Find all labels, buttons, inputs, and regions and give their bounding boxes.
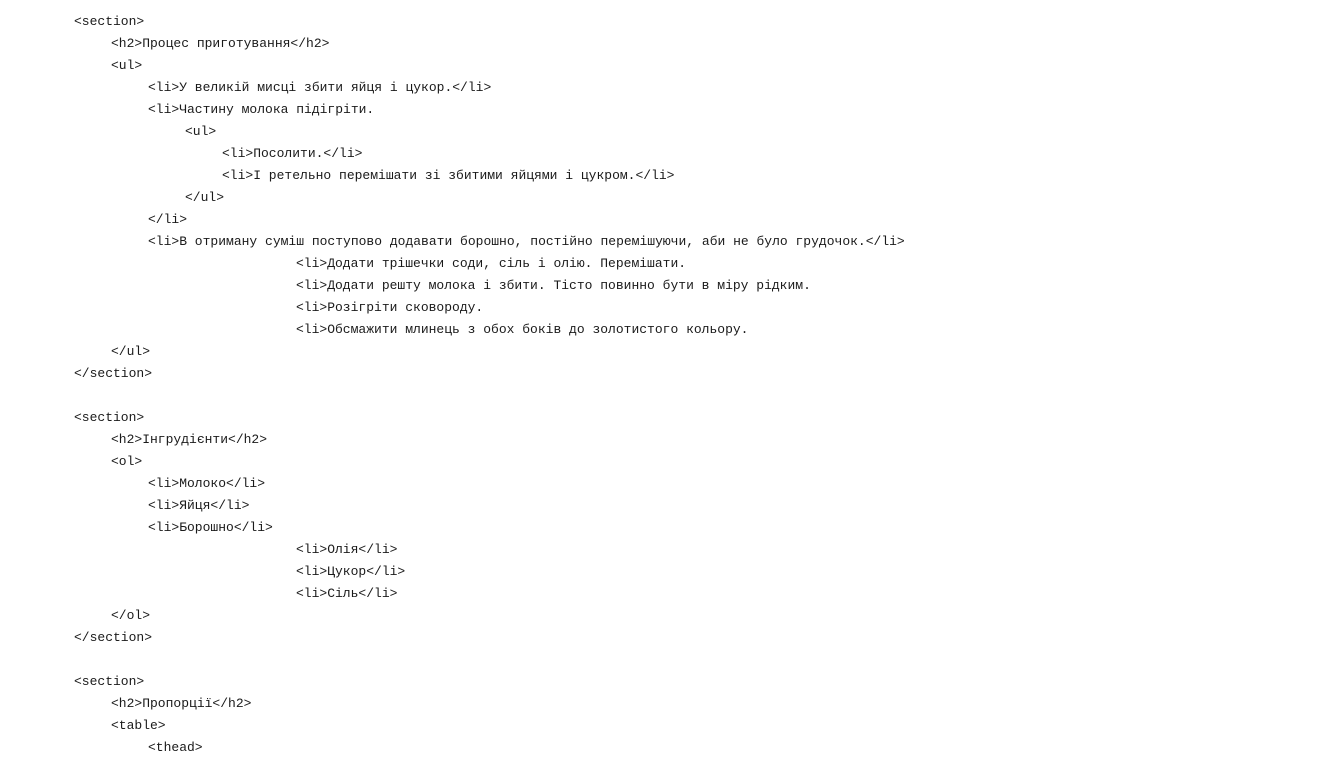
code-line: <li>Додати решту молока і збити. Тісто п…	[0, 275, 1343, 297]
code-line: <thead>	[0, 737, 1343, 759]
code-line-text: <li>У великій мисці збити яйця і цукор.<…	[148, 80, 492, 95]
code-line-text: <ul>	[185, 124, 217, 139]
code-line-text: <li>Борошно</li>	[148, 520, 273, 535]
code-line-text: </ul>	[111, 344, 151, 359]
code-line-text: <li>В отриману суміш поступово додавати …	[148, 234, 905, 249]
code-line: <section>	[0, 671, 1343, 693]
code-line: </ol>	[0, 605, 1343, 627]
blank-code-line	[0, 385, 1343, 407]
code-line: <li>Борошно</li>	[0, 517, 1343, 539]
code-line: <li>Цукор</li>	[0, 561, 1343, 583]
code-line-text: <li>Молоко</li>	[148, 476, 266, 491]
code-line: <li>В отриману суміш поступово додавати …	[0, 231, 1343, 253]
code-line: <li>У великій мисці збити яйця і цукор.<…	[0, 77, 1343, 99]
code-line-text: <ul>	[111, 58, 143, 73]
code-line-text: </ul>	[185, 190, 225, 205]
code-line-text: <li>Олія</li>	[296, 542, 398, 557]
code-line-text: </li>	[148, 212, 188, 227]
code-line: <li>Молоко</li>	[0, 473, 1343, 495]
code-line-text: <li>Розігріти сковороду.	[296, 300, 484, 315]
code-line-text: <li>Посолити.</li>	[222, 146, 363, 161]
code-line: <li>Олія</li>	[0, 539, 1343, 561]
code-line-text: <thead>	[148, 740, 203, 755]
code-line: </li>	[0, 209, 1343, 231]
code-line: </ul>	[0, 341, 1343, 363]
code-line-text: <li>Цукор</li>	[296, 564, 406, 579]
code-line-text: </ol>	[111, 608, 151, 623]
code-line: <li>Обсмажити млинець з обох боків до зо…	[0, 319, 1343, 341]
code-line-text: </section>	[74, 630, 153, 645]
code-line: <section>	[0, 407, 1343, 429]
code-line-text: <h2>Інгрудієнти</h2>	[111, 432, 268, 447]
code-line-text: <li>Обсмажити млинець з обох боків до зо…	[296, 322, 749, 337]
code-line: <table>	[0, 715, 1343, 737]
code-line-text: </section>	[74, 366, 153, 381]
code-line: <h2>Процес приготування</h2>	[0, 33, 1343, 55]
code-line-text: <h2>Процес приготування</h2>	[111, 36, 330, 51]
code-line-text: <li>Сіль</li>	[296, 586, 398, 601]
source-code-view: <section> <h2>Процес приготування</h2> <…	[0, 11, 1343, 759]
code-line: <section>	[0, 11, 1343, 33]
code-line-text: <section>	[74, 14, 145, 29]
code-line-text: <li>І ретельно перемішати зі збитими яйц…	[222, 168, 675, 183]
code-line-text: <ol>	[111, 454, 143, 469]
code-line-text: <li>Яйця</li>	[148, 498, 250, 513]
code-line-text: <table>	[111, 718, 166, 733]
code-line: <li>Сіль</li>	[0, 583, 1343, 605]
code-line: <ul>	[0, 121, 1343, 143]
code-line: <li>Яйця</li>	[0, 495, 1343, 517]
code-line: <li>І ретельно перемішати зі збитими яйц…	[0, 165, 1343, 187]
code-line-text: <li>Додати решту молока і збити. Тісто п…	[296, 278, 811, 293]
code-line: <ol>	[0, 451, 1343, 473]
code-line-text: <li>Частину молока підігріти.	[148, 102, 375, 117]
code-line: <li>Частину молока підігріти.	[0, 99, 1343, 121]
code-line: <h2>Пропорції</h2>	[0, 693, 1343, 715]
code-line-text: <section>	[74, 674, 145, 689]
code-line-text: <section>	[74, 410, 145, 425]
code-line: </ul>	[0, 187, 1343, 209]
code-line: <li>Розігріти сковороду.	[0, 297, 1343, 319]
blank-code-line	[0, 649, 1343, 671]
code-line: </section>	[0, 363, 1343, 385]
code-line: <h2>Інгрудієнти</h2>	[0, 429, 1343, 451]
code-line: <ul>	[0, 55, 1343, 77]
code-line-text: <h2>Пропорції</h2>	[111, 696, 252, 711]
code-line: <li>Додати трішечки соди, сіль і олію. П…	[0, 253, 1343, 275]
code-line-text: <li>Додати трішечки соди, сіль і олію. П…	[296, 256, 687, 271]
code-line: </section>	[0, 627, 1343, 649]
code-line: <li>Посолити.</li>	[0, 143, 1343, 165]
